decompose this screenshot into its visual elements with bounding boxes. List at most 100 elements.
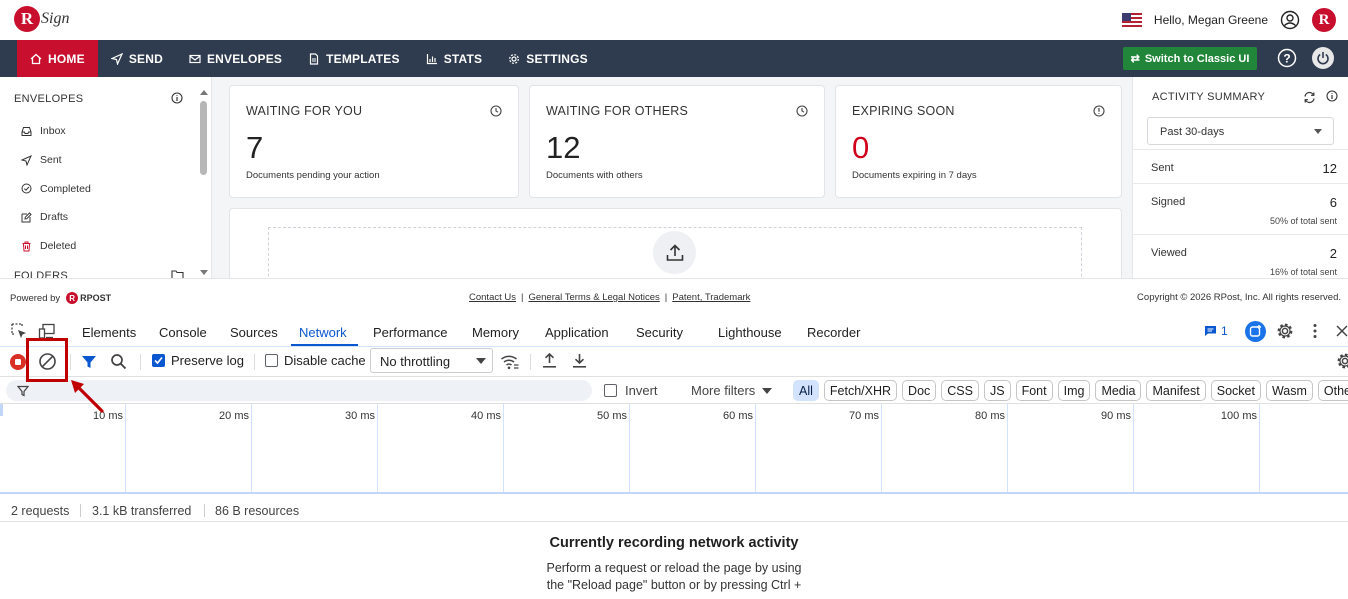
tab-recorder[interactable]: Recorder — [807, 325, 860, 340]
filter-chip-js[interactable]: JS — [983, 380, 1011, 401]
switch-classic-ui-button[interactable]: ⇄ Switch to Classic UI — [1123, 47, 1257, 70]
invert-label: Invert — [625, 383, 658, 398]
filter-chip-font[interactable]: Font — [1015, 380, 1053, 401]
disable-cache-checkbox[interactable]: Disable cache — [265, 353, 366, 368]
network-settings-gear-icon[interactable] — [1336, 352, 1348, 370]
throttling-select[interactable]: No throttling — [370, 348, 493, 373]
sidebar-item-completed[interactable]: Completed — [21, 174, 91, 203]
power-icon — [1317, 52, 1329, 65]
tab-network[interactable]: Network — [299, 325, 347, 340]
filter-chip-fetch-xhr[interactable]: Fetch/XHR — [823, 380, 898, 401]
nav-settings[interactable]: SETTINGS — [495, 40, 601, 77]
user-profile-icon[interactable] — [1280, 10, 1300, 30]
stop-recording-button[interactable] — [10, 354, 26, 370]
filter-chip-media[interactable]: Media — [1095, 380, 1142, 401]
toolbar-divider — [70, 354, 71, 370]
info-icon[interactable] — [171, 92, 183, 104]
timeline-tick-label: 50 ms — [597, 410, 627, 422]
toolbar-divider — [530, 354, 531, 370]
more-filters-dropdown[interactable]: More filters — [691, 383, 773, 398]
active-tab-indicator — [291, 344, 358, 346]
preserve-log-checkbox[interactable]: Preserve log — [152, 353, 244, 368]
checkbox-unchecked[interactable] — [265, 354, 278, 367]
add-folder-icon[interactable] — [171, 269, 184, 278]
more-options-icon[interactable] — [1309, 322, 1321, 340]
checkbox-unchecked[interactable] — [604, 384, 617, 397]
info-icon[interactable] — [1326, 90, 1338, 102]
timeline-gridline — [1007, 404, 1008, 492]
ai-assistance-button[interactable] — [1245, 321, 1266, 342]
close-devtools-icon[interactable] — [1335, 324, 1348, 338]
footer-separator: | — [664, 292, 668, 303]
brand-badge[interactable]: R — [1312, 8, 1336, 32]
filter-chip-css[interactable]: CSS — [941, 380, 979, 401]
tab-performance[interactable]: Performance — [373, 325, 447, 340]
refresh-icon[interactable] — [1303, 91, 1316, 104]
tab-console[interactable]: Console — [159, 325, 207, 340]
activity-row-viewed: Viewed 2 16% of total sent — [1133, 234, 1348, 278]
tab-sources[interactable]: Sources — [230, 325, 278, 340]
timeline-gridline — [629, 404, 630, 492]
filter-chip-doc[interactable]: Doc — [902, 380, 937, 401]
export-har-icon[interactable] — [571, 352, 588, 369]
tab-elements[interactable]: Elements — [82, 325, 136, 340]
search-icon[interactable] — [110, 353, 127, 370]
filter-chip-manifest[interactable]: Manifest — [1146, 380, 1206, 401]
filter-chip-wasm[interactable]: Wasm — [1265, 380, 1313, 401]
card-waiting-for-others[interactable]: WAITING FOR OTHERS 12 Documents with oth… — [529, 85, 825, 198]
inbox-icon — [21, 126, 32, 136]
sidebar-item-drafts[interactable]: Drafts — [21, 203, 91, 232]
card-waiting-for-you[interactable]: WAITING FOR YOU 7 Documents pending your… — [229, 85, 519, 198]
status-divider — [204, 504, 205, 517]
import-har-icon[interactable] — [541, 352, 558, 369]
rsign-logo[interactable]: R Sign — [14, 6, 69, 32]
settings-gear-icon[interactable] — [1276, 322, 1294, 340]
us-flag-icon[interactable] — [1121, 13, 1142, 27]
card-title: EXPIRING SOON — [852, 104, 955, 118]
card-value: 0 — [852, 130, 870, 165]
sidebar-item-sent[interactable]: Sent — [21, 146, 91, 175]
nav-envelopes[interactable]: ENVELOPES — [176, 40, 295, 77]
timeline-tick-label: 60 ms — [723, 410, 753, 422]
tab-lighthouse[interactable]: Lighthouse — [718, 325, 782, 340]
nav-send[interactable]: SEND — [98, 40, 176, 77]
logo-letter: R — [14, 6, 40, 32]
rpost-logo-mark: R — [66, 292, 79, 304]
checkbox-checked[interactable] — [152, 354, 165, 367]
help-icon[interactable]: ? — [1277, 48, 1297, 68]
nav-templates[interactable]: TEMPLATES — [295, 40, 413, 77]
tab-application[interactable]: Application — [545, 325, 609, 340]
logout-button[interactable] — [1312, 47, 1334, 69]
filter-chip-all[interactable]: All — [793, 380, 819, 401]
sidebar-item-deleted[interactable]: Deleted — [21, 232, 91, 261]
terms-link[interactable]: General Terms & Legal Notices — [528, 292, 659, 303]
nav-stats[interactable]: STATS — [413, 40, 496, 77]
annotation-arrow-icon — [71, 380, 104, 413]
timeline-gridline — [125, 404, 126, 492]
sidebar-scroll-thumb[interactable] — [200, 101, 207, 175]
activity-row-signed: Signed 6 50% of total sent — [1133, 183, 1348, 234]
dropdown-arrow-icon — [762, 387, 773, 394]
invert-checkbox[interactable]: Invert — [604, 383, 658, 398]
patent-link[interactable]: Patent, Trademark — [672, 292, 750, 303]
tab-security[interactable]: Security — [636, 325, 683, 340]
powered-by: Powered by R RPOST — [10, 292, 111, 304]
checkmark-icon — [154, 356, 163, 365]
filter-chip-other[interactable]: Other — [1317, 380, 1348, 401]
period-select[interactable]: Past 30-days — [1147, 117, 1334, 145]
filter-chip-socket[interactable]: Socket — [1210, 380, 1261, 401]
network-overview-timeline[interactable]: 10 ms 20 ms 30 ms 40 ms 50 ms 60 ms 70 m… — [0, 404, 1348, 494]
contact-us-link[interactable]: Contact Us — [469, 292, 516, 303]
network-conditions-icon[interactable] — [500, 353, 520, 371]
sidebar-item-inbox[interactable]: Inbox — [21, 117, 91, 146]
upload-button[interactable] — [653, 231, 696, 274]
more-filters-label: More filters — [691, 383, 756, 398]
resources-size: 86 B resources — [215, 504, 300, 518]
nav-home[interactable]: HOME — [17, 40, 98, 77]
filter-icon[interactable] — [81, 354, 97, 370]
filter-chip-img[interactable]: Img — [1057, 380, 1091, 401]
sidebar-item-label: Drafts — [40, 211, 69, 224]
card-expiring-soon[interactable]: EXPIRING SOON 0 Documents expiring in 7 … — [835, 85, 1122, 198]
console-messages-badge[interactable]: 1 — [1204, 324, 1228, 338]
tab-memory[interactable]: Memory — [472, 325, 519, 340]
